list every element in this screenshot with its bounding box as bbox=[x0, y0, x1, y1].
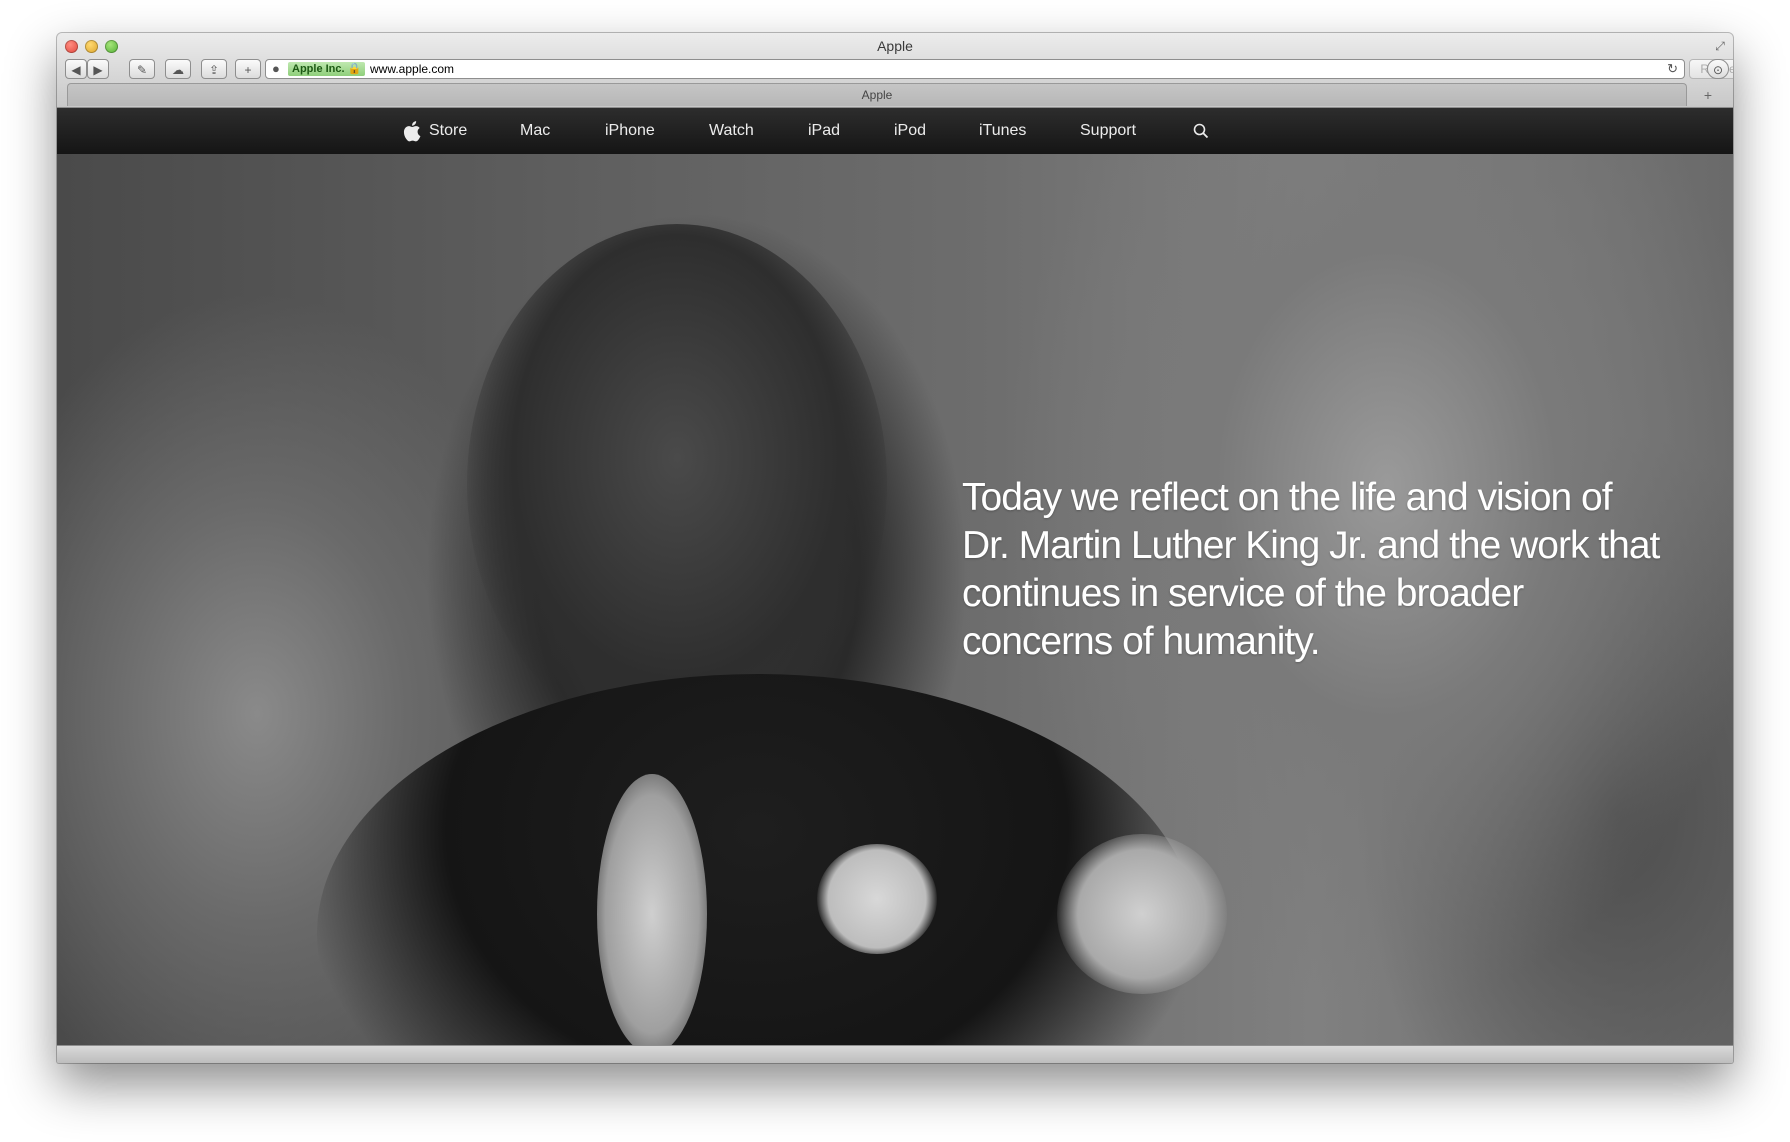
nav-item-ipod[interactable]: iPod bbox=[894, 108, 926, 154]
fullscreen-icon[interactable]: ⤢ bbox=[1713, 39, 1727, 53]
status-bar bbox=[57, 1045, 1733, 1063]
apple-logo-icon[interactable] bbox=[403, 108, 421, 154]
icloud-tabs-icon: ☁ bbox=[172, 63, 184, 77]
nav-item-ipad[interactable]: iPad bbox=[808, 108, 840, 154]
tab-bar: Apple + bbox=[67, 83, 1723, 107]
url-text[interactable]: www.apple.com bbox=[370, 62, 454, 77]
tab-apple[interactable]: Apple bbox=[67, 83, 1687, 106]
reading-list-icon: ✎ bbox=[136, 63, 148, 77]
forward-arrow-icon: ▶ bbox=[93, 63, 103, 77]
browser-window: Apple ⤢ ◀ ▶ ✎ ☁ ⇪ + ● Apple Inc. 🔒 www.a… bbox=[57, 33, 1733, 1063]
plus-icon: + bbox=[244, 63, 252, 77]
back-button[interactable]: ◀ bbox=[65, 59, 87, 79]
reload-icon[interactable]: ↻ bbox=[1667, 61, 1678, 77]
badge-shape bbox=[817, 844, 937, 954]
nav-item-mac[interactable]: Mac bbox=[520, 108, 550, 154]
nav-item-support[interactable]: Support bbox=[1080, 108, 1136, 154]
shirt-shape bbox=[597, 774, 707, 1046]
new-tab-button[interactable]: + bbox=[1697, 86, 1719, 104]
nav-item-iphone[interactable]: iPhone bbox=[605, 108, 655, 154]
address-bar[interactable]: ● Apple Inc. 🔒 www.apple.com ↻ bbox=[265, 59, 1685, 79]
portrait-figure bbox=[467, 224, 887, 744]
forward-button[interactable]: ▶ bbox=[87, 59, 109, 79]
ev-certificate-badge[interactable]: Apple Inc. 🔒 bbox=[288, 62, 366, 76]
microphone-shape bbox=[1057, 834, 1227, 994]
add-bookmark-button[interactable]: + bbox=[235, 59, 261, 79]
title-bar: Apple ⤢ ◀ ▶ ✎ ☁ ⇪ + ● Apple Inc. 🔒 www.a… bbox=[57, 33, 1733, 108]
icloud-tabs-button[interactable]: ☁ bbox=[165, 59, 191, 79]
window-title: Apple bbox=[877, 38, 913, 54]
share-icon: ⇪ bbox=[208, 63, 220, 77]
global-nav: Store Mac iPhone Watch iPad iPod iTunes … bbox=[57, 108, 1733, 155]
ev-company-label: Apple Inc. bbox=[292, 63, 345, 75]
nav-item-watch[interactable]: Watch bbox=[709, 108, 754, 154]
nav-item-itunes[interactable]: iTunes bbox=[979, 108, 1026, 154]
downloads-icon: ⊙ bbox=[1712, 63, 1724, 77]
hero-quote: Today we reflect on the life and vision … bbox=[962, 476, 1660, 663]
downloads-button[interactable]: ⊙ bbox=[1707, 59, 1729, 79]
hero-banner: Today we reflect on the life and vision … bbox=[57, 154, 1733, 1046]
site-favicon-icon: ● bbox=[272, 61, 280, 76]
nav-item-store[interactable]: Store bbox=[429, 108, 467, 154]
share-button[interactable]: ⇪ bbox=[201, 59, 227, 79]
back-arrow-icon: ◀ bbox=[71, 63, 81, 77]
web-content: Store Mac iPhone Watch iPad iPod iTunes … bbox=[57, 108, 1733, 1046]
reading-list-button[interactable]: ✎ bbox=[129, 59, 155, 79]
search-icon[interactable] bbox=[1193, 108, 1209, 154]
lock-icon: 🔒 bbox=[347, 63, 362, 75]
suit-shape bbox=[317, 674, 1197, 1046]
